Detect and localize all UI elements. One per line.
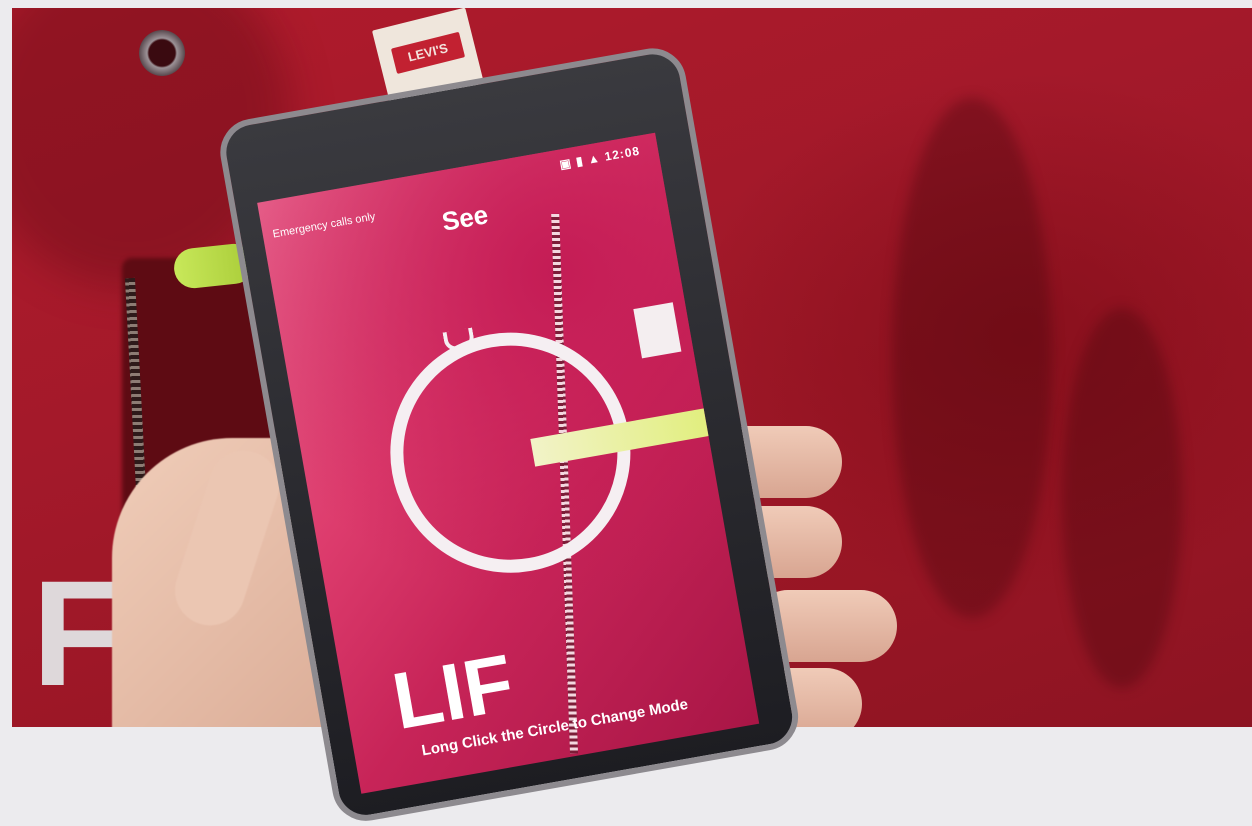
drawstring-grommet <box>139 30 185 76</box>
fabric-fold <box>1062 308 1182 688</box>
fabric-fold <box>892 98 1052 618</box>
phone-screen: Emergency calls only ▣ ▮ ▲ 12:08 See LIF… <box>257 132 760 794</box>
tag-logo: LEVI'S <box>390 31 466 74</box>
camera-patch <box>633 302 682 359</box>
shirt-letter: F <box>32 549 124 717</box>
status-icons: ▣ ▮ ▲ 12:08 <box>558 143 642 172</box>
